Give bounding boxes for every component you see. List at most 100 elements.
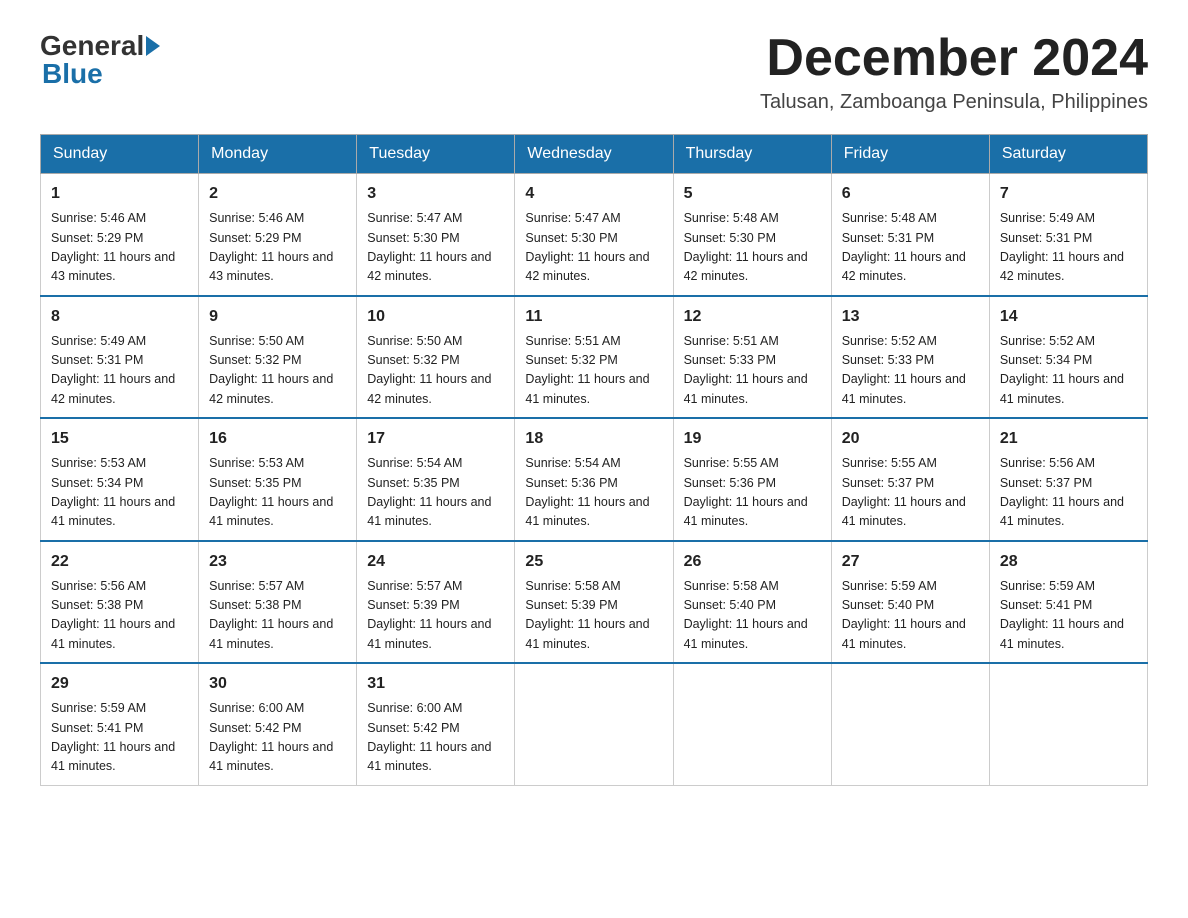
logo: General Blue: [40, 30, 162, 90]
weekday-header-tuesday: Tuesday: [357, 135, 515, 174]
day-number: 16: [209, 427, 346, 451]
weekday-header-thursday: Thursday: [673, 135, 831, 174]
day-number: 3: [367, 182, 504, 206]
calendar-cell: 15 Sunrise: 5:53 AMSunset: 5:34 PMDayligh…: [41, 418, 199, 541]
location-subtitle: Talusan, Zamboanga Peninsula, Philippine…: [760, 91, 1148, 114]
day-number: 15: [51, 427, 188, 451]
day-number: 19: [684, 427, 821, 451]
day-info: Sunrise: 5:48 AMSunset: 5:30 PMDaylight:…: [684, 209, 821, 287]
day-number: 21: [1000, 427, 1137, 451]
calendar-cell: [989, 663, 1147, 785]
weekday-header-saturday: Saturday: [989, 135, 1147, 174]
day-number: 31: [367, 672, 504, 696]
logo-triangle-icon: [146, 36, 160, 56]
day-number: 29: [51, 672, 188, 696]
calendar-cell: 4 Sunrise: 5:47 AMSunset: 5:30 PMDaylight…: [515, 174, 673, 296]
day-info: Sunrise: 6:00 AMSunset: 5:42 PMDaylight:…: [209, 699, 346, 777]
weekday-header-monday: Monday: [199, 135, 357, 174]
day-info: Sunrise: 5:57 AMSunset: 5:38 PMDaylight:…: [209, 577, 346, 655]
day-info: Sunrise: 5:54 AMSunset: 5:36 PMDaylight:…: [525, 454, 662, 532]
calendar-cell: [831, 663, 989, 785]
day-number: 23: [209, 550, 346, 574]
calendar-cell: 23 Sunrise: 5:57 AMSunset: 5:38 PMDayligh…: [199, 541, 357, 664]
calendar-cell: 10 Sunrise: 5:50 AMSunset: 5:32 PMDayligh…: [357, 296, 515, 419]
day-number: 12: [684, 305, 821, 329]
logo-blue-text: Blue: [42, 58, 103, 90]
day-info: Sunrise: 5:51 AMSunset: 5:33 PMDaylight:…: [684, 332, 821, 410]
day-number: 14: [1000, 305, 1137, 329]
day-number: 10: [367, 305, 504, 329]
calendar-cell: 1Sunrise: 5:46 AMSunset: 5:29 PMDaylight…: [41, 174, 199, 296]
calendar-cell: 20Sunrise: 5:55 AMSunset: 5:37 PMDayligh…: [831, 418, 989, 541]
calendar-cell: 17 Sunrise: 5:54 AMSunset: 5:35 PMDayligh…: [357, 418, 515, 541]
calendar-cell: 24 Sunrise: 5:57 AMSunset: 5:39 PMDayligh…: [357, 541, 515, 664]
day-number: 7: [1000, 182, 1137, 206]
calendar-cell: 18Sunrise: 5:54 AMSunset: 5:36 PMDayligh…: [515, 418, 673, 541]
day-number: 11: [525, 305, 662, 329]
weekday-header-friday: Friday: [831, 135, 989, 174]
day-info: Sunrise: 5:59 AMSunset: 5:41 PMDaylight:…: [51, 699, 188, 777]
calendar-cell: 11 Sunrise: 5:51 AMSunset: 5:32 PMDayligh…: [515, 296, 673, 419]
day-info: Sunrise: 5:49 AMSunset: 5:31 PMDaylight:…: [1000, 209, 1137, 287]
day-info: Sunrise: 5:49 AMSunset: 5:31 PMDaylight:…: [51, 332, 188, 410]
calendar-cell: [515, 663, 673, 785]
calendar-cell: 7 Sunrise: 5:49 AMSunset: 5:31 PMDaylight…: [989, 174, 1147, 296]
calendar-cell: 8Sunrise: 5:49 AMSunset: 5:31 PMDaylight…: [41, 296, 199, 419]
header: General Blue December 2024 Talusan, Zamb…: [40, 30, 1148, 114]
day-info: Sunrise: 5:53 AMSunset: 5:34 PMDaylight:…: [51, 454, 188, 532]
day-info: Sunrise: 5:46 AMSunset: 5:29 PMDaylight:…: [51, 209, 188, 287]
day-number: 25: [525, 550, 662, 574]
weekday-header-row: SundayMondayTuesdayWednesdayThursdayFrid…: [41, 135, 1148, 174]
calendar-cell: 3 Sunrise: 5:47 AMSunset: 5:30 PMDaylight…: [357, 174, 515, 296]
day-number: 28: [1000, 550, 1137, 574]
day-info: Sunrise: 5:53 AMSunset: 5:35 PMDaylight:…: [209, 454, 346, 532]
day-info: Sunrise: 5:56 AMSunset: 5:38 PMDaylight:…: [51, 577, 188, 655]
weekday-header-wednesday: Wednesday: [515, 135, 673, 174]
day-info: Sunrise: 5:58 AMSunset: 5:39 PMDaylight:…: [525, 577, 662, 655]
calendar-table: SundayMondayTuesdayWednesdayThursdayFrid…: [40, 134, 1148, 786]
calendar-cell: 22 Sunrise: 5:56 AMSunset: 5:38 PMDayligh…: [41, 541, 199, 664]
day-info: Sunrise: 5:48 AMSunset: 5:31 PMDaylight:…: [842, 209, 979, 287]
day-number: 5: [684, 182, 821, 206]
day-info: Sunrise: 5:55 AMSunset: 5:37 PMDaylight:…: [842, 454, 979, 532]
calendar-cell: 21Sunrise: 5:56 AMSunset: 5:37 PMDayligh…: [989, 418, 1147, 541]
day-info: Sunrise: 5:46 AMSunset: 5:29 PMDaylight:…: [209, 209, 346, 287]
calendar-week-row: 29 Sunrise: 5:59 AMSunset: 5:41 PMDayligh…: [41, 663, 1148, 785]
day-info: Sunrise: 5:47 AMSunset: 5:30 PMDaylight:…: [367, 209, 504, 287]
day-number: 30: [209, 672, 346, 696]
day-info: Sunrise: 5:57 AMSunset: 5:39 PMDaylight:…: [367, 577, 504, 655]
calendar-cell: 26 Sunrise: 5:58 AMSunset: 5:40 PMDayligh…: [673, 541, 831, 664]
day-info: Sunrise: 5:51 AMSunset: 5:32 PMDaylight:…: [525, 332, 662, 410]
calendar-cell: 19 Sunrise: 5:55 AMSunset: 5:36 PMDayligh…: [673, 418, 831, 541]
day-number: 13: [842, 305, 979, 329]
calendar-cell: 27Sunrise: 5:59 AMSunset: 5:40 PMDayligh…: [831, 541, 989, 664]
calendar-cell: [673, 663, 831, 785]
day-info: Sunrise: 5:59 AMSunset: 5:40 PMDaylight:…: [842, 577, 979, 655]
day-info: Sunrise: 5:58 AMSunset: 5:40 PMDaylight:…: [684, 577, 821, 655]
calendar-week-row: 22 Sunrise: 5:56 AMSunset: 5:38 PMDayligh…: [41, 541, 1148, 664]
calendar-cell: 9 Sunrise: 5:50 AMSunset: 5:32 PMDaylight…: [199, 296, 357, 419]
day-number: 26: [684, 550, 821, 574]
calendar-cell: 25 Sunrise: 5:58 AMSunset: 5:39 PMDayligh…: [515, 541, 673, 664]
calendar-cell: 31 Sunrise: 6:00 AMSunset: 5:42 PMDayligh…: [357, 663, 515, 785]
day-info: Sunrise: 5:47 AMSunset: 5:30 PMDaylight:…: [525, 209, 662, 287]
calendar-cell: 29 Sunrise: 5:59 AMSunset: 5:41 PMDayligh…: [41, 663, 199, 785]
day-info: Sunrise: 5:55 AMSunset: 5:36 PMDaylight:…: [684, 454, 821, 532]
calendar-cell: 13 Sunrise: 5:52 AMSunset: 5:33 PMDayligh…: [831, 296, 989, 419]
calendar-week-row: 15 Sunrise: 5:53 AMSunset: 5:34 PMDayligh…: [41, 418, 1148, 541]
day-info: Sunrise: 5:50 AMSunset: 5:32 PMDaylight:…: [367, 332, 504, 410]
calendar-cell: 5 Sunrise: 5:48 AMSunset: 5:30 PMDaylight…: [673, 174, 831, 296]
day-info: Sunrise: 5:50 AMSunset: 5:32 PMDaylight:…: [209, 332, 346, 410]
day-number: 4: [525, 182, 662, 206]
month-title: December 2024: [760, 30, 1148, 87]
day-number: 9: [209, 305, 346, 329]
day-info: Sunrise: 5:52 AMSunset: 5:33 PMDaylight:…: [842, 332, 979, 410]
weekday-header-sunday: Sunday: [41, 135, 199, 174]
day-info: Sunrise: 5:54 AMSunset: 5:35 PMDaylight:…: [367, 454, 504, 532]
day-info: Sunrise: 5:52 AMSunset: 5:34 PMDaylight:…: [1000, 332, 1137, 410]
day-number: 6: [842, 182, 979, 206]
day-number: 22: [51, 550, 188, 574]
day-number: 17: [367, 427, 504, 451]
day-number: 24: [367, 550, 504, 574]
day-info: Sunrise: 6:00 AMSunset: 5:42 PMDaylight:…: [367, 699, 504, 777]
